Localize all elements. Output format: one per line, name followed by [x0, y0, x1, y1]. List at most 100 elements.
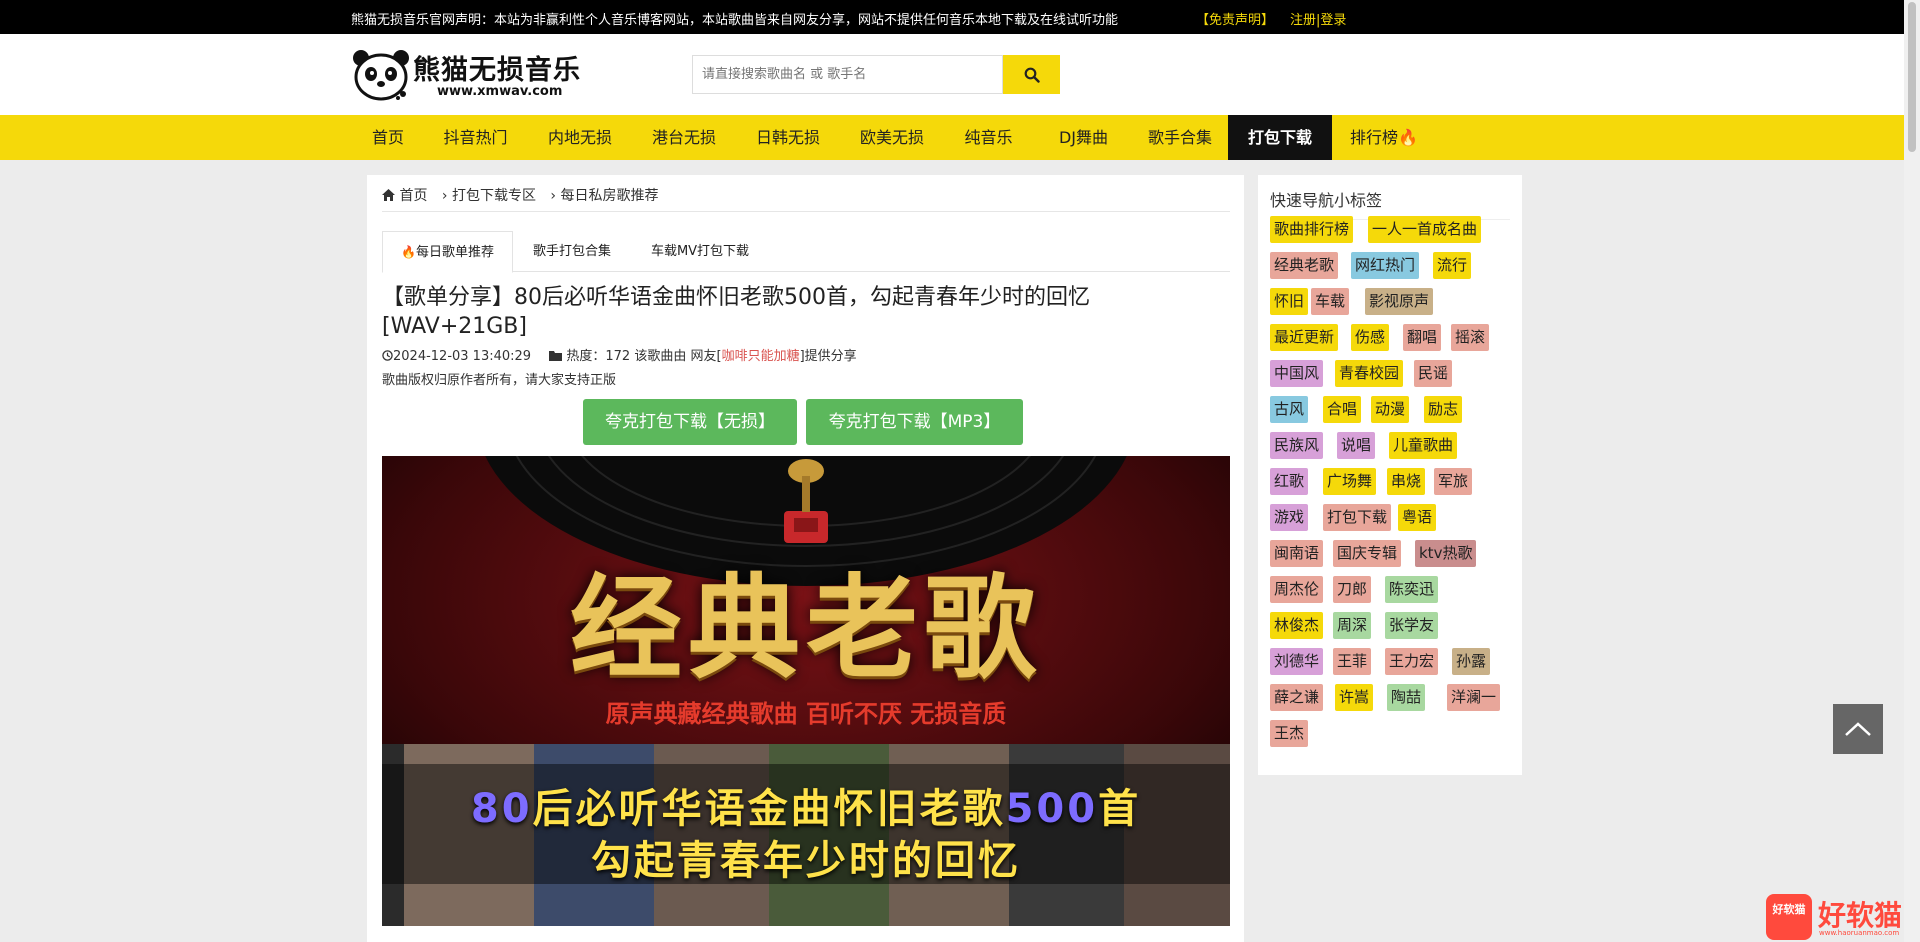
sidebar-tag[interactable]: 周深 — [1333, 612, 1372, 639]
register-link[interactable]: 注册 — [1290, 13, 1316, 28]
sidebar-tag[interactable]: 说唱 — [1337, 432, 1376, 459]
tab-car-mv[interactable]: 车载MV打包下载 — [631, 231, 769, 272]
logo-brand-text: 熊猫无损音乐 — [413, 55, 581, 86]
search-button[interactable] — [1003, 55, 1060, 94]
fire-icon: 🔥 — [1398, 128, 1418, 147]
clock-icon — [382, 350, 393, 361]
sidebar-tag[interactable]: 网红热门 — [1351, 252, 1420, 279]
tab-bar: 🔥每日歌单推荐 歌手打包合集 车载MV打包下载 — [382, 231, 1230, 273]
sidebar-tag[interactable]: 翻唱 — [1403, 324, 1442, 351]
banner-headline: 经典老歌 — [570, 563, 1042, 694]
nav-item-hktw[interactable]: 港台无损 — [634, 115, 734, 160]
nav-item-pure[interactable]: 纯音乐 — [942, 115, 1035, 160]
sidebar-tag[interactable]: 张学友 — [1385, 612, 1439, 639]
site-logo[interactable]: 熊猫无损音乐 www.xmwav.com — [351, 44, 591, 104]
sidebar-tag[interactable]: 励志 — [1424, 396, 1463, 423]
sidebar-tag[interactable]: 怀旧 — [1270, 288, 1309, 315]
download-lossless-button[interactable]: 夸克打包下载【无损】 — [583, 399, 797, 445]
sidebar-tag[interactable]: 最近更新 — [1270, 324, 1339, 351]
sidebar-tag[interactable]: 经典老歌 — [1270, 252, 1339, 279]
site-notice: 熊猫无损音乐官网声明：本站为非赢利性个人音乐博客网站，本站歌曲皆来自网友分享，网… — [351, 13, 1119, 28]
banner-tagline: 原声典藏经典歌曲 百听不厌 无损音质 — [605, 700, 1007, 728]
quick-nav-sidebar: 快速导航小标签 歌曲排行榜 一人一首成名曲 经典老歌 网红热门 流行 怀旧 车载 影视原声 最近… — [1258, 175, 1522, 775]
sidebar-tag[interactable]: 陈奕迅 — [1385, 576, 1439, 603]
back-to-top-button[interactable] — [1833, 704, 1883, 754]
breadcrumb-separator: › — [550, 188, 557, 204]
sidebar-tag[interactable]: 游戏 — [1270, 504, 1309, 531]
sidebar-tag[interactable]: 流行 — [1433, 252, 1472, 279]
disclaimer-link[interactable]: 【免责声明】 — [1196, 9, 1274, 28]
chevron-up-icon — [1845, 722, 1871, 736]
scrollbar-thumb[interactable] — [1908, 2, 1916, 152]
logo-url-text: www.xmwav.com — [437, 84, 563, 99]
watermark-box: 好软猫 — [1766, 894, 1812, 940]
sidebar-tag[interactable]: 一人一首成名曲 — [1368, 216, 1482, 243]
sidebar-tag[interactable]: 广场舞 — [1323, 468, 1377, 495]
breadcrumb-level2[interactable]: 每日私房歌推荐 — [560, 188, 658, 204]
sidebar-tag[interactable]: 中国风 — [1270, 360, 1324, 387]
nav-item-western[interactable]: 欧美无损 — [842, 115, 942, 160]
sidebar-tag[interactable]: 陶喆 — [1387, 684, 1426, 711]
nav-item-bundle[interactable]: 打包下载 — [1228, 115, 1332, 160]
sidebar-tag[interactable]: 红歌 — [1270, 468, 1309, 495]
sharer-name[interactable]: 咖啡只能加糖 — [722, 349, 800, 364]
post-title: 【歌单分享】80后必听华语金曲怀旧老歌500首，勾起青春年少时的回忆[WAV+2… — [382, 285, 1090, 339]
sidebar-tag[interactable]: 王力宏 — [1385, 648, 1439, 675]
top-notice-bar: 熊猫无损音乐官网声明：本站为非赢利性个人音乐博客网站，本站歌曲皆来自网友分享，网… — [0, 0, 1904, 34]
sidebar-tag[interactable]: 串烧 — [1387, 468, 1426, 495]
tab-daily-playlist[interactable]: 🔥每日歌单推荐 — [382, 231, 513, 273]
breadcrumb: 首页 › 打包下载专区 › 每日私房歌推荐 — [382, 185, 658, 205]
sidebar-tag[interactable]: 儿童歌曲 — [1389, 432, 1458, 459]
copyright-note: 歌曲版权归原作者所有，请大家支持正版 — [382, 373, 617, 388]
nav-item-singers[interactable]: 歌手合集 — [1132, 115, 1228, 160]
sidebar-tag[interactable]: 薛之谦 — [1270, 684, 1324, 711]
post-meta: 2024-12-03 13:40:29 热度：172 该歌曲由 网友[咖啡只能加… — [382, 345, 857, 364]
sidebar-tag[interactable]: 粤语 — [1398, 504, 1437, 531]
sidebar-tag[interactable]: 王菲 — [1333, 648, 1372, 675]
sidebar-tag[interactable]: 闽南语 — [1270, 540, 1324, 567]
post-date: 2024-12-03 13:40:29 — [393, 349, 532, 364]
sidebar-tag[interactable]: 国庆专辑 — [1333, 540, 1402, 567]
sidebar-tag[interactable]: 许嵩 — [1335, 684, 1374, 711]
sidebar-tag[interactable]: 周杰伦 — [1270, 576, 1324, 603]
login-link[interactable]: 登录 — [1320, 13, 1346, 28]
sidebar-tag[interactable]: 动漫 — [1371, 396, 1410, 423]
sidebar-tag[interactable]: 打包下载 — [1323, 504, 1392, 531]
page-scrollbar[interactable] — [1904, 0, 1920, 942]
sidebar-tag[interactable]: 民谣 — [1414, 360, 1453, 387]
sidebar-tag[interactable]: 孙露 — [1452, 648, 1491, 675]
tab-singer-bundles[interactable]: 歌手打包合集 — [513, 231, 631, 272]
sidebar-tag[interactable]: 刘德华 — [1270, 648, 1324, 675]
sidebar-tag[interactable]: 青春校园 — [1335, 360, 1404, 387]
divider — [382, 211, 1230, 212]
download-mp3-button[interactable]: 夸克打包下载【MP3】 — [806, 399, 1023, 445]
share-suffix: ]提供分享 — [799, 349, 857, 364]
nav-item-home[interactable]: 首页 — [351, 115, 425, 160]
sidebar-tag[interactable]: ktv热歌 — [1415, 540, 1477, 567]
sidebar-tag[interactable]: 车载 — [1311, 288, 1350, 315]
sidebar-tag[interactable]: 军旅 — [1434, 468, 1473, 495]
main-nav: 首页 抖音热门 内地无损 港台无损 日韩无损 欧美无损 纯音乐 DJ舞曲 歌手合… — [0, 115, 1904, 160]
nav-item-jpkr[interactable]: 日韩无损 — [734, 115, 842, 160]
sidebar-tag[interactable]: 民族风 — [1270, 432, 1324, 459]
breadcrumb-home[interactable]: 首页 — [399, 188, 427, 204]
banner-caption-1: 80后必听华语金曲怀旧老歌500首 — [382, 776, 1230, 834]
sidebar-tag[interactable]: 刀郎 — [1333, 576, 1372, 603]
sidebar-tag[interactable]: 林俊杰 — [1270, 612, 1324, 639]
sidebar-tag[interactable]: 歌曲排行榜 — [1270, 216, 1354, 243]
search-input[interactable] — [692, 55, 1003, 94]
sidebar-tag[interactable]: 摇滚 — [1451, 324, 1490, 351]
sidebar-tag[interactable]: 王杰 — [1270, 720, 1309, 747]
sidebar-tag[interactable]: 古风 — [1270, 396, 1309, 423]
banner-caption-2: 勾起青春年少时的回忆 — [591, 838, 1021, 884]
sidebar-tag[interactable]: 合唱 — [1323, 396, 1362, 423]
breadcrumb-level1[interactable]: 打包下载专区 — [452, 188, 536, 204]
nav-item-ranking[interactable]: 排行榜🔥 — [1332, 115, 1436, 160]
heat-count: 172 — [605, 349, 631, 364]
sidebar-tag[interactable]: 伤感 — [1351, 324, 1390, 351]
nav-item-douyin[interactable]: 抖音热门 — [425, 115, 526, 160]
nav-item-dj[interactable]: DJ舞曲 — [1035, 115, 1132, 160]
nav-item-mainland[interactable]: 内地无损 — [526, 115, 634, 160]
sidebar-tag[interactable]: 洋澜一 — [1447, 684, 1501, 711]
sidebar-tag[interactable]: 影视原声 — [1365, 288, 1434, 315]
